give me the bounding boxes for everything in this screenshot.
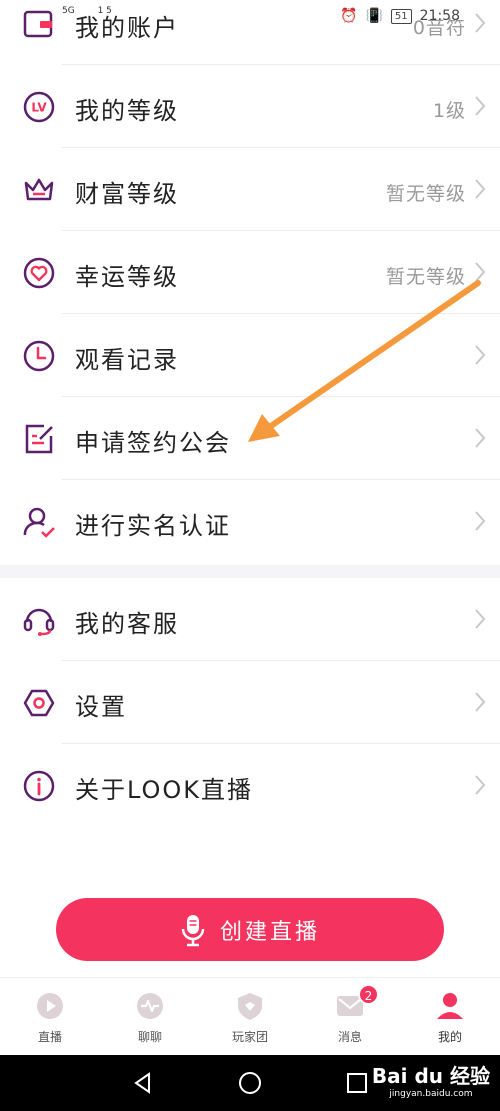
tab-label: 消息 <box>337 1030 362 1044</box>
chevron-right-icon <box>475 609 486 629</box>
menu-label: 财富等级 <box>75 180 179 208</box>
status-bar: 5G 1 5 ⏰ 📳 51 21:58 <box>0 0 500 36</box>
battery-indicator: 51 <box>390 8 412 24</box>
menu-group-service: 我的客服 设置 关于LOOK直播 <box>0 578 500 827</box>
tab-player-group[interactable]: 玩家团 <box>200 978 300 1055</box>
status-icons: ⏰ 📳 51 21:58 <box>340 8 460 24</box>
menu-item-watch-history[interactable]: 观看记录 <box>0 314 500 397</box>
shield-icon <box>238 993 262 1020</box>
chevron-right-icon <box>475 775 486 795</box>
chevron-right-icon <box>475 692 486 712</box>
edit-document-icon <box>25 424 53 454</box>
back-triangle-icon[interactable] <box>131 1071 155 1095</box>
alarm-icon: ⏰ <box>340 8 358 24</box>
svg-text:LV: LV <box>31 101 47 115</box>
menu-label: 观看记录 <box>75 346 179 374</box>
watermark-main: Bai du 经验 <box>371 1064 490 1088</box>
home-circle-icon[interactable] <box>238 1071 262 1095</box>
menu-group-profile: 我的账户 0音符 LV 我的等级 1级 财富等级 暂无等级 幸运等级 暂无等级 … <box>0 0 500 563</box>
menu-item-real-name[interactable]: 进行实名认证 <box>0 480 500 563</box>
menu-item-customer-service[interactable]: 我的客服 <box>0 578 500 661</box>
tab-chat[interactable]: 聊聊 <box>100 978 200 1055</box>
bottom-tab-bar: 直播 聊聊 玩家团 2 消息 我的 <box>0 977 500 1055</box>
chevron-right-icon <box>475 428 486 448</box>
clock-time: 21:58 <box>419 8 460 24</box>
hexagon-settings-icon <box>23 689 55 717</box>
menu-item-apply-guild[interactable]: 申请签约公会 <box>0 397 500 480</box>
baidu-jingyan-watermark: Bai du 经验 jingyan.baidu.com <box>372 1060 490 1099</box>
watermark-sub: jingyan.baidu.com <box>389 1089 473 1099</box>
menu-label: 幸运等级 <box>75 263 179 291</box>
create-live-label: 创建直播 <box>219 919 320 945</box>
crown-icon <box>24 178 54 201</box>
tab-messages[interactable]: 2 消息 <box>300 978 400 1055</box>
vibrate-icon: 📳 <box>365 8 383 24</box>
data-speed-text: 1 5 <box>97 6 112 16</box>
chevron-right-icon <box>475 511 486 531</box>
menu-value: 暂无等级 <box>385 266 466 288</box>
tab-label: 直播 <box>37 1030 62 1044</box>
menu-label: 我的客服 <box>75 610 179 638</box>
system-navigation-bar: Bai du 经验 jingyan.baidu.com <box>0 1055 500 1111</box>
tab-label: 我的 <box>437 1030 462 1044</box>
headset-icon <box>23 608 55 636</box>
chat-pulse-icon <box>137 993 163 1019</box>
unread-badge: 2 <box>358 984 379 1005</box>
tab-live[interactable]: 直播 <box>0 978 100 1055</box>
tab-label: 聊聊 <box>137 1030 162 1044</box>
recents-square-icon[interactable] <box>345 1071 369 1095</box>
play-icon <box>37 993 63 1019</box>
menu-label: 进行实名认证 <box>75 512 231 540</box>
menu-label: 申请签约公会 <box>75 429 231 457</box>
menu-item-level[interactable]: LV 我的等级 1级 <box>0 65 500 148</box>
menu-value: 暂无等级 <box>385 183 466 205</box>
heart-circle-icon <box>23 257 55 289</box>
menu-item-settings[interactable]: 设置 <box>0 661 500 744</box>
tab-label: 玩家团 <box>231 1030 268 1044</box>
create-live-button[interactable]: 创建直播 <box>56 898 444 961</box>
menu-label: 关于LOOK直播 <box>75 776 254 804</box>
chevron-right-icon <box>475 179 486 199</box>
chevron-right-icon <box>475 96 486 116</box>
menu-item-luck-level[interactable]: 幸运等级 暂无等级 <box>0 231 500 314</box>
clock-icon <box>23 340 55 372</box>
lv-badge-icon: LV <box>23 91 55 123</box>
menu-item-about[interactable]: 关于LOOK直播 <box>0 744 500 827</box>
menu-label: 我的等级 <box>75 97 179 125</box>
menu-value: 1级 <box>432 100 466 122</box>
info-icon <box>23 770 55 802</box>
chevron-right-icon <box>475 345 486 365</box>
menu-label: 设置 <box>75 693 127 721</box>
user-verified-icon <box>23 507 55 538</box>
menu-item-wealth-level[interactable]: 财富等级 暂无等级 <box>0 148 500 231</box>
section-separator <box>0 565 500 578</box>
microphone-icon <box>181 914 205 946</box>
network-indicator: 5G 1 5 <box>62 6 112 16</box>
tab-mine[interactable]: 我的 <box>400 978 500 1055</box>
chevron-right-icon <box>475 262 486 282</box>
profile-icon <box>437 993 463 1019</box>
signal-text: 5G <box>62 6 75 16</box>
